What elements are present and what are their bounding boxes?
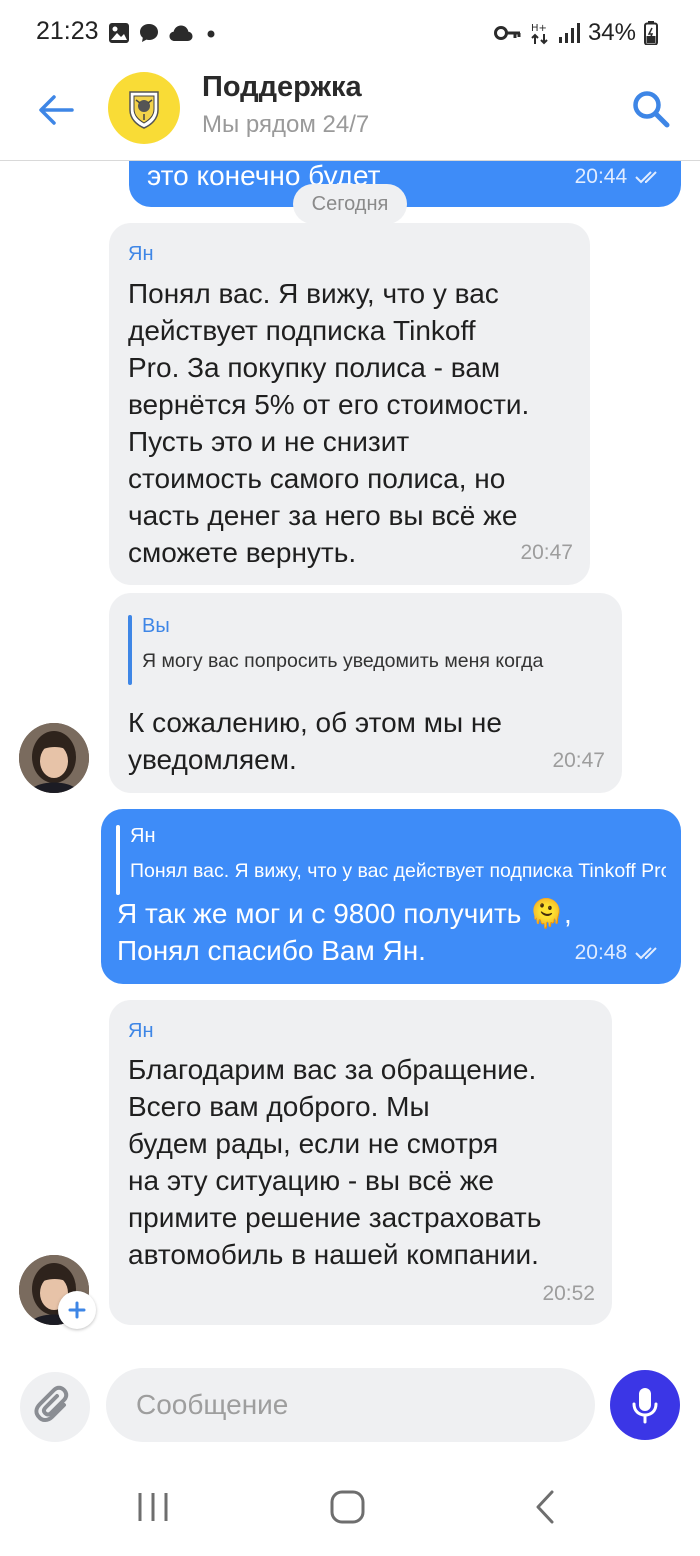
back-icon[interactable]: [528, 1488, 562, 1526]
svg-text:H+: H+: [531, 23, 547, 34]
message-time: 20:52: [542, 1282, 595, 1305]
search-icon[interactable]: [628, 86, 674, 132]
add-button[interactable]: [58, 1291, 96, 1329]
message-text: К сожалению, об этом мы не уведомляем.: [128, 707, 502, 775]
message-text: Понял вас. Я вижу, что у вас действует п…: [128, 278, 530, 568]
microphone-icon: [632, 1388, 658, 1424]
quote-text: Понял вас. Я вижу, что у вас действует п…: [130, 860, 666, 882]
plus-icon: [68, 1301, 86, 1319]
reply-quote[interactable]: Ян Понял вас. Я вижу, что у вас действуе…: [116, 825, 682, 895]
status-system-icons: H+ 34%: [493, 18, 658, 48]
battery-icon: [644, 21, 658, 45]
sender-name: Ян: [128, 243, 154, 265]
incoming-message[interactable]: Вы Я могу вас попросить уведомить меня к…: [109, 593, 622, 793]
incoming-message[interactable]: Ян Благодарим вас за обращение. Всего ва…: [109, 1000, 612, 1325]
message-time: 20:47: [520, 541, 573, 564]
message-input[interactable]: [106, 1368, 595, 1442]
message-time: 20:47: [552, 749, 605, 772]
home-icon[interactable]: [328, 1489, 368, 1525]
key-icon: [493, 26, 521, 40]
date-separator: Сегодня: [293, 184, 407, 224]
message-list[interactable]: это конечно будет 20:44 Сегодня Ян Понял…: [0, 161, 700, 1356]
message-text: Я так же мог и с 9800 получить 🫠, Понял …: [117, 898, 572, 966]
attach-button[interactable]: [20, 1372, 90, 1442]
back-arrow-icon[interactable]: [34, 88, 78, 132]
cloud-icon: [169, 25, 193, 41]
microphone-button[interactable]: [610, 1370, 680, 1440]
outgoing-message[interactable]: Ян Понял вас. Я вижу, что у вас действуе…: [101, 809, 681, 984]
support-avatar[interactable]: [108, 72, 180, 144]
quote-bar: [128, 615, 132, 685]
message-text: Благодарим вас за обращение. Всего вам д…: [128, 1054, 542, 1270]
double-check-icon: [635, 947, 657, 960]
incoming-message[interactable]: Ян Понял вас. Я вижу, что у вас действуе…: [109, 223, 590, 585]
chat-icon: [140, 24, 158, 42]
message-time: 20:48: [575, 941, 663, 965]
person-photo-icon: [19, 723, 89, 793]
double-check-icon: [635, 171, 657, 184]
quote-bar: [116, 825, 120, 895]
quote-text: Я могу вас попросить уведомить меня когд…: [142, 650, 544, 672]
message-time: 20:44: [575, 165, 663, 189]
reply-quote[interactable]: Вы Я могу вас попросить уведомить меня к…: [128, 615, 622, 685]
dot-icon: [207, 30, 215, 38]
status-bar: 21:23 H+ 34%: [0, 0, 700, 66]
paperclip-icon: [34, 1385, 69, 1422]
quote-author: Ян: [130, 825, 156, 847]
chat-subtitle: Мы рядом 24/7: [202, 111, 370, 138]
recent-apps-icon[interactable]: [133, 1490, 173, 1524]
status-time: 21:23: [36, 17, 99, 45]
system-navigation-bar: [0, 1456, 700, 1556]
quote-author: Вы: [142, 615, 170, 637]
sender-name: Ян: [128, 1020, 154, 1042]
chat-title: Поддержка: [202, 71, 362, 103]
battery-percent: 34%: [587, 19, 636, 46]
status-notification-icons: [108, 20, 220, 46]
sender-avatar[interactable]: [19, 723, 89, 793]
signal-icon: [558, 23, 580, 43]
data-transfer-icon: H+: [531, 23, 548, 45]
tinkoff-logo-icon: [129, 91, 159, 129]
gallery-icon: [109, 23, 129, 43]
chat-header: Поддержка Мы рядом 24/7: [0, 66, 700, 161]
